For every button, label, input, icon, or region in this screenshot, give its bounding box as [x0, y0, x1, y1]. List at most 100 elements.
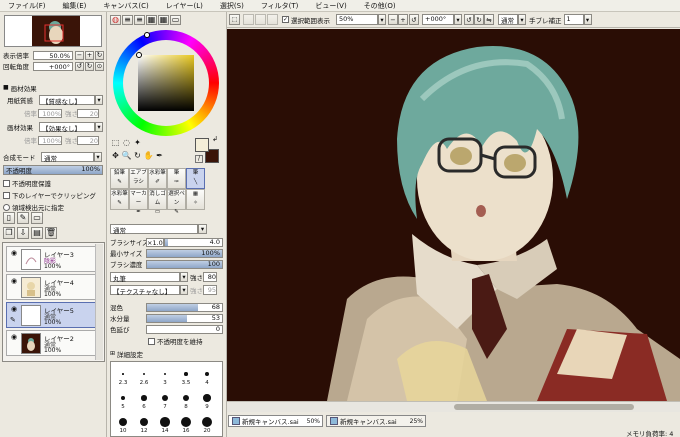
brush-size-dot[interactable]: [118, 417, 128, 427]
mix-slider[interactable]: 68: [146, 302, 223, 312]
brush-size-slider[interactable]: 4.0: [164, 237, 223, 247]
menu-item[interactable]: レイヤー(L): [158, 1, 212, 11]
rotate-icon[interactable]: ↻: [132, 152, 143, 160]
tool-blend[interactable]: ▦ ✧: [186, 189, 205, 210]
canvas-tab[interactable]: 新規キャンバス.sai 50%: [228, 415, 323, 427]
brush-size-dot[interactable]: [161, 394, 169, 402]
clipping-option[interactable]: 下のレイヤーでクリッピング: [3, 190, 96, 200]
swatch-button[interactable]: ▦: [158, 15, 169, 25]
brush-mode-dropdown-icon[interactable]: ▾: [198, 224, 207, 234]
delete-layer-button[interactable]: 🗑: [45, 227, 57, 239]
tool-watercolor[interactable]: 水彩筆 ✎: [110, 189, 129, 210]
brush-size-dot[interactable]: [139, 417, 149, 427]
brush-texture-dropdown-icon[interactable]: ▾: [180, 285, 188, 295]
brush-size-dot[interactable]: [163, 372, 167, 376]
min-size-slider[interactable]: 100%: [146, 248, 223, 258]
brush-shape-dropdown-icon[interactable]: ▾: [180, 272, 188, 282]
eye-icon[interactable]: ◉: [9, 333, 19, 342]
rotate-right-button[interactable]: ↻: [85, 61, 94, 71]
saturation-value-square[interactable]: [138, 55, 194, 111]
layer-item[interactable]: ◉ ✎ レイヤー5 通常 100%: [6, 302, 96, 328]
brush-shape-select[interactable]: 丸筆: [110, 272, 180, 283]
nav-angle-value[interactable]: +000°: [33, 61, 73, 71]
blend-mode-select[interactable]: 通常: [41, 152, 94, 163]
brush-size-dot[interactable]: [184, 372, 188, 376]
color-picker-cursor[interactable]: [136, 52, 142, 58]
rotate-reset-button[interactable]: ⊙: [95, 61, 104, 71]
paper-texture-dropdown-icon[interactable]: ▾: [95, 95, 103, 105]
nav-zoom-reset-button[interactable]: ↻: [95, 50, 104, 60]
eyedropper-icon[interactable]: ✒: [154, 152, 165, 160]
new-layer-button[interactable]: ▯: [3, 212, 15, 224]
tool-airbrush[interactable]: エアブラシ⌁: [129, 168, 148, 194]
keep-opacity-checkbox[interactable]: [148, 337, 155, 345]
layer-item[interactable]: ◉ レイヤー3 陰影 100%: [6, 246, 96, 272]
eye-icon[interactable]: ◉: [9, 249, 19, 258]
scratchpad-button[interactable]: ▭: [170, 15, 181, 25]
clear-layer-button[interactable]: ▤: [31, 227, 43, 239]
zoom-icon[interactable]: 🔍: [121, 152, 132, 160]
paper-scale-value[interactable]: 100%: [38, 108, 62, 118]
zoom-in-button[interactable]: +: [398, 14, 408, 25]
canvas-tab[interactable]: 新規キャンバス.sai 25%: [326, 415, 426, 427]
menu-item[interactable]: 編集(E): [55, 1, 96, 11]
brush-size-dot[interactable]: [182, 394, 190, 402]
menu-item[interactable]: 選択(S): [212, 1, 253, 11]
tool-marker[interactable]: マーカー ✒: [129, 189, 148, 215]
new-folder-button[interactable]: ▭: [31, 212, 43, 224]
clipping-checkbox[interactable]: [3, 191, 10, 199]
rgb-slider-button[interactable]: ≡: [122, 15, 133, 25]
layer-item[interactable]: ◉ レイヤー4 通常 100%: [6, 274, 96, 300]
zoom-reset-button[interactable]: ↺: [409, 14, 419, 25]
brush-size-multiplier[interactable]: ×1.0: [146, 237, 164, 247]
brush-size-dot[interactable]: [180, 416, 192, 428]
brush-texture-select[interactable]: 【テクスチャなし】: [110, 285, 180, 296]
menu-item[interactable]: ファイル(F): [0, 1, 55, 11]
menu-item[interactable]: キャンバス(C): [95, 1, 157, 11]
effect-scale-value[interactable]: 100%: [38, 135, 62, 145]
protect-opacity-option[interactable]: 不透明度保護: [3, 178, 96, 188]
effect-strength-value[interactable]: 20: [77, 135, 99, 145]
shape-strength-value[interactable]: 80: [203, 272, 217, 282]
stretch-slider[interactable]: 0: [146, 324, 223, 334]
brush-size-dot[interactable]: [201, 416, 213, 428]
water-slider[interactable]: 53: [146, 313, 223, 323]
new-vector-layer-button[interactable]: ✎: [17, 212, 29, 224]
hsv-slider-button[interactable]: ≡: [134, 15, 145, 25]
color-wheel-button[interactable]: ◍: [110, 15, 121, 25]
rotate-ccw-button[interactable]: ↺: [464, 14, 474, 25]
tool-select-pen[interactable]: 選択ペン ✎: [167, 189, 186, 215]
primary-color-swatch[interactable]: [195, 138, 209, 152]
nav-zoom-minus-button[interactable]: −: [75, 50, 84, 60]
paper-texture-select[interactable]: 【質感なし】: [39, 95, 95, 106]
zoom-select[interactable]: 50%: [336, 14, 378, 25]
nav-zoom-value[interactable]: 50.0%: [33, 50, 73, 60]
magic-wand-icon[interactable]: ✦: [132, 139, 143, 147]
blend-mode-dropdown-icon[interactable]: ▾: [94, 152, 102, 162]
lasso-icon[interactable]: ◌: [121, 139, 132, 147]
tool-pen[interactable]: 水彩筆 ✐: [148, 168, 167, 189]
clear-selection-button[interactable]: [267, 14, 278, 25]
tool-custom-brush[interactable]: 筆 ╲: [186, 168, 205, 189]
stabilizer-mode-select[interactable]: 通常: [498, 14, 518, 25]
brush-size-dot[interactable]: [160, 417, 170, 427]
move-icon[interactable]: ✥: [110, 152, 121, 160]
stabilizer-select[interactable]: 1: [563, 14, 584, 25]
keep-opacity-option[interactable]: 不透明度を維持: [148, 336, 203, 346]
detail-settings-row[interactable]: ⊞ 詳細設定: [110, 349, 143, 360]
tool-fude[interactable]: 筆 ✑: [167, 168, 186, 189]
stabilizer-dropdown-icon[interactable]: ▾: [583, 14, 592, 25]
area-source-checkbox[interactable]: [3, 203, 10, 211]
menu-item[interactable]: その他(O): [356, 1, 405, 11]
flip-button[interactable]: ⇋: [484, 14, 494, 25]
canvas-area[interactable]: [227, 29, 680, 401]
layer-opacity-slider[interactable]: 不透明度 100%: [3, 165, 103, 175]
nav-zoom-plus-button[interactable]: +: [85, 50, 94, 60]
transparent-color-icon[interactable]: /: [195, 155, 203, 163]
brush-lock-icon[interactable]: ✎: [10, 316, 16, 324]
selection-display-checkbox[interactable]: ✓: [282, 16, 289, 23]
brush-size-dot[interactable]: [122, 373, 124, 375]
navigator-preview[interactable]: [4, 15, 102, 47]
copy-layer-button[interactable]: ❐: [3, 227, 15, 239]
zoom-dropdown-icon[interactable]: ▾: [378, 14, 386, 25]
